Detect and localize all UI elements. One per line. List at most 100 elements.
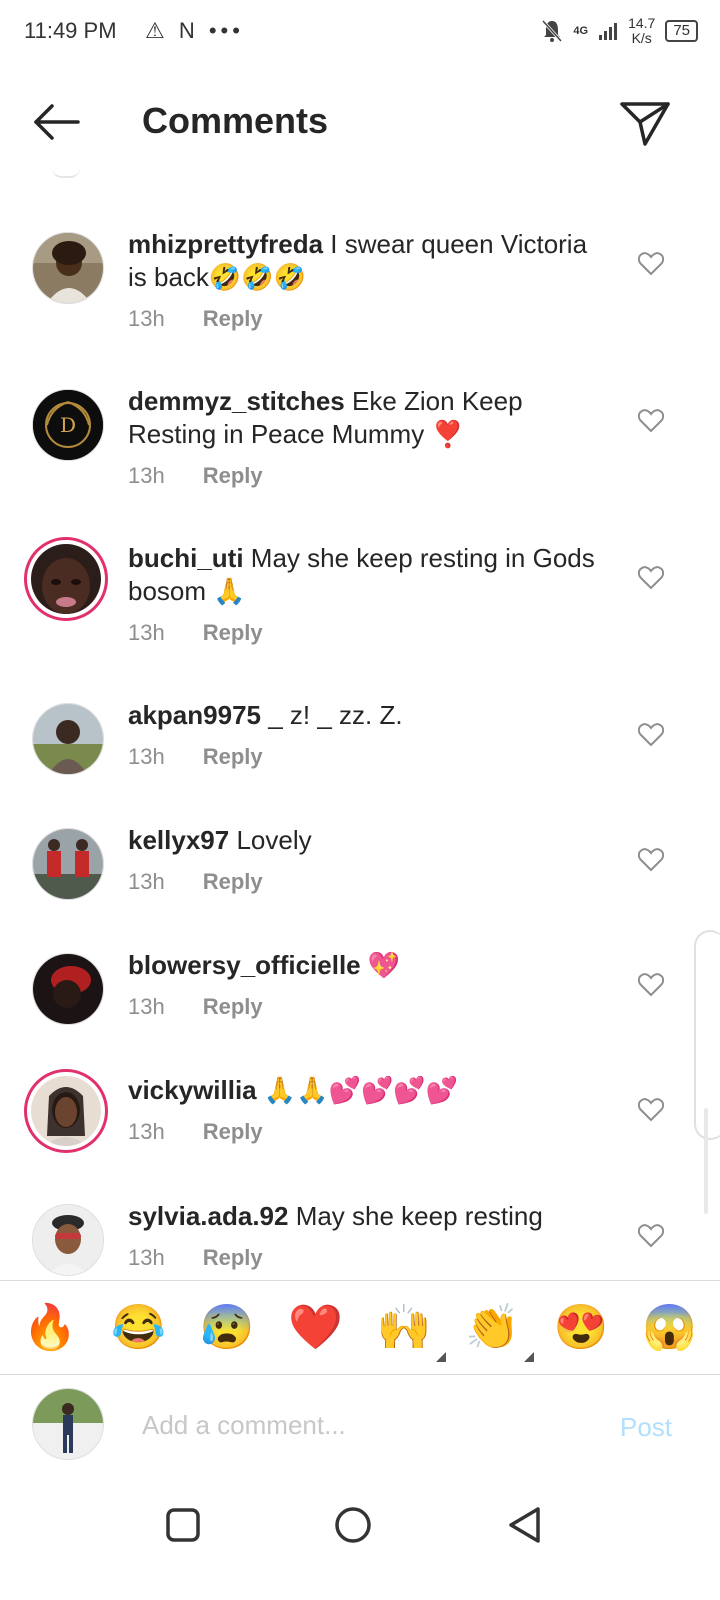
scrollbar[interactable] <box>704 1108 708 1214</box>
fire-emoji-button[interactable]: 🔥 <box>23 1302 78 1354</box>
avatar[interactable] <box>32 703 104 775</box>
reply-button[interactable]: Reply <box>203 1245 263 1270</box>
comment-text: blowersy_officielle 💖 <box>128 949 608 982</box>
back-arrow-icon[interactable] <box>30 100 82 144</box>
raised-hands-emoji: 🙌 <box>376 1302 432 1352</box>
comment-text: buchi_uti May she keep resting in Gods b… <box>128 542 608 608</box>
comment-meta: 13h Reply <box>128 306 263 332</box>
comment-item: vickywillia 🙏🙏💕💕💕💕 13h Reply <box>0 1069 720 1174</box>
comment-time: 13h <box>128 1245 165 1270</box>
paper-plane-icon[interactable] <box>618 96 672 150</box>
avatar[interactable]: D <box>32 389 104 461</box>
comment-time: 13h <box>128 1119 165 1144</box>
reply-button[interactable]: Reply <box>203 994 263 1019</box>
comments-header: Comments <box>0 62 720 180</box>
anxious-sweat-emoji-button[interactable]: 😰 <box>200 1302 255 1354</box>
clapping-emoji-button[interactable]: 👏 <box>465 1302 535 1362</box>
skin-tone-indicator <box>435 1351 446 1362</box>
avatar[interactable] <box>32 232 104 304</box>
comment-username[interactable]: akpan9975 <box>128 700 261 730</box>
signal-icon <box>599 23 618 40</box>
raised-hands-emoji-button[interactable]: 🙌 <box>376 1302 446 1362</box>
avatar-with-story-ring[interactable] <box>24 537 108 621</box>
comment-meta: 13h Reply <box>128 744 263 770</box>
reply-button[interactable]: Reply <box>203 744 263 769</box>
reply-button[interactable]: Reply <box>203 463 263 488</box>
back-triangle-icon[interactable] <box>500 1500 550 1550</box>
comment-text: kellyx97 Lovely <box>128 824 608 857</box>
comment-username[interactable]: vickywillia <box>128 1075 257 1105</box>
network-type: 4G <box>573 25 589 37</box>
comment-time: 13h <box>128 620 165 645</box>
my-avatar <box>32 1388 104 1460</box>
laughing-emoji-button[interactable]: 😂 <box>111 1302 166 1354</box>
comment-username[interactable]: kellyx97 <box>128 825 229 855</box>
comment-item: mhizprettyfreda I swear queen Victoria i… <box>0 228 720 358</box>
home-circle-icon[interactable] <box>328 1500 378 1550</box>
comment-item: sylvia.ada.92 May she keep resting 13h Re… <box>0 1200 720 1280</box>
comment-body: _ z! _ zz. Z. <box>260 700 403 730</box>
system-navigation-bar <box>0 1476 720 1600</box>
comment-username[interactable]: mhizprettyfreda <box>128 229 323 259</box>
comment-meta: 13h Reply <box>128 463 263 489</box>
quick-reactions-bar: 🔥 😂 😰 ❤️ 🙌 👏 😍 😱 <box>0 1280 720 1375</box>
comment-body: May she keep resting <box>288 1201 543 1231</box>
comment-time: 13h <box>128 994 165 1019</box>
like-heart-icon[interactable] <box>638 252 664 276</box>
reply-button[interactable]: Reply <box>203 306 263 331</box>
comment-username[interactable]: sylvia.ada.92 <box>128 1201 288 1231</box>
mute-bell-icon <box>542 19 563 43</box>
recent-apps-icon[interactable] <box>158 1500 208 1550</box>
comment-body: Lovely <box>229 825 312 855</box>
reply-button[interactable]: Reply <box>203 869 263 894</box>
speed-unit: K/s <box>631 30 652 46</box>
comment-item: D demmyz_stitches Eke Zion Keep Resting … <box>0 385 720 515</box>
page-title: Comments <box>142 100 329 141</box>
battery-indicator: 75 <box>665 20 698 42</box>
comment-body: 💖 <box>360 950 401 980</box>
skin-tone-indicator <box>524 1351 535 1362</box>
notification-icons: ⚠ N ••• <box>145 18 244 43</box>
status-icons-right: 4G 14.7 K/s 75 <box>541 14 698 48</box>
speed-value: 14.7 <box>628 15 656 31</box>
like-heart-icon[interactable] <box>638 723 664 747</box>
comment-meta: 13h Reply <box>128 1245 263 1271</box>
comment-time: 13h <box>128 744 165 769</box>
avatar[interactable] <box>32 1204 104 1276</box>
comment-username[interactable]: demmyz_stitches <box>128 386 345 416</box>
comment-username[interactable]: blowersy_officielle <box>128 950 361 980</box>
reply-button[interactable]: Reply <box>203 1119 263 1144</box>
reply-button[interactable]: Reply <box>203 620 263 645</box>
comment-item: akpan9975 _ z! _ zz. Z. 13h Reply <box>0 699 720 799</box>
comment-body: 🙏🙏💕💕💕💕 <box>256 1075 459 1105</box>
like-heart-icon[interactable] <box>638 848 664 872</box>
comment-meta: 13h Reply <box>128 620 263 646</box>
status-bar: 11:49 PM ⚠ N ••• 4G 14.7 K/s 75 <box>0 0 720 62</box>
comment-item: kellyx97 Lovely 13h Reply <box>0 824 720 924</box>
like-heart-icon[interactable] <box>638 1098 664 1122</box>
comment-meta: 13h Reply <box>128 994 263 1020</box>
screaming-emoji-button[interactable]: 😱 <box>642 1302 697 1354</box>
like-heart-icon[interactable] <box>638 1224 664 1248</box>
comment-meta: 13h Reply <box>128 1119 263 1145</box>
network-speed: 14.7 K/s <box>628 16 655 46</box>
avatar[interactable] <box>32 828 104 900</box>
comment-text: demmyz_stitches Eke Zion Keep Resting in… <box>128 385 608 451</box>
comment-text: mhizprettyfreda I swear queen Victoria i… <box>128 228 608 294</box>
add-comment-input[interactable]: Add a comment... <box>142 1410 346 1441</box>
like-heart-icon[interactable] <box>638 409 664 433</box>
like-heart-icon[interactable] <box>638 973 664 997</box>
post-button[interactable]: Post <box>620 1412 672 1443</box>
comment-username[interactable]: buchi_uti <box>128 543 244 573</box>
avatar-with-story-ring[interactable] <box>24 1069 108 1153</box>
comment-composer: Add a comment... Post <box>0 1376 720 1476</box>
clapping-emoji: 👏 <box>465 1302 521 1352</box>
like-heart-icon[interactable] <box>638 566 664 590</box>
avatar[interactable] <box>32 953 104 1025</box>
red-heart-emoji-button[interactable]: ❤️ <box>288 1302 343 1354</box>
comment-time: 13h <box>128 463 165 488</box>
heart-eyes-emoji-button[interactable]: 😍 <box>554 1302 609 1354</box>
comment-item: buchi_uti May she keep resting in Gods b… <box>0 537 720 672</box>
comment-text: sylvia.ada.92 May she keep resting <box>128 1200 608 1233</box>
comment-text: akpan9975 _ z! _ zz. Z. <box>128 699 608 732</box>
